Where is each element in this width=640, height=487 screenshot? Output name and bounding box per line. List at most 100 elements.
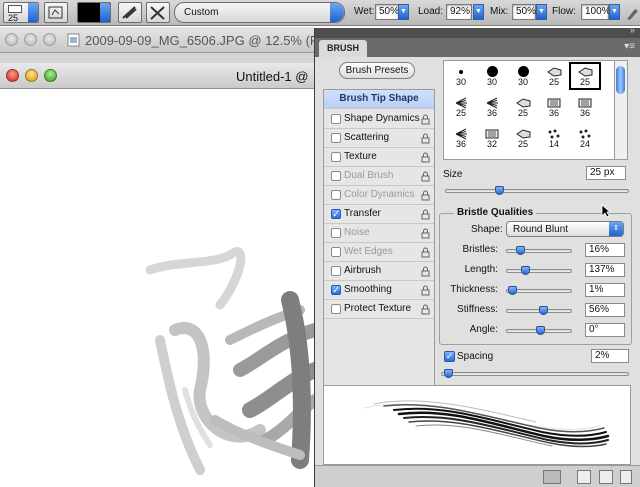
lock-icon[interactable] — [421, 285, 431, 296]
bristle-value-field[interactable]: 16% — [585, 243, 625, 257]
panel-menu-icon[interactable]: ▾≡ — [624, 41, 635, 52]
lock-icon[interactable] — [421, 247, 431, 258]
brush-tip-grid[interactable]: 30 30 30 25 25 25 36 25 36 36 36 32 25 14 24 — [443, 60, 615, 160]
brush-presets-button[interactable]: Brush Presets — [339, 62, 415, 79]
close-icon[interactable] — [5, 33, 18, 46]
brush-preset-cell[interactable]: 36 — [447, 126, 475, 150]
brush-preset-cell[interactable]: 25 — [569, 62, 601, 90]
brush-preset-cell[interactable]: 30 — [478, 64, 506, 88]
checkbox[interactable] — [331, 304, 341, 314]
spacing-slider-thumb[interactable] — [444, 369, 453, 378]
size-field[interactable]: 25 px — [586, 166, 626, 180]
brush-preset-cell[interactable]: 36 — [540, 95, 568, 119]
tab-brush[interactable]: BRUSH — [319, 40, 368, 57]
checkbox[interactable] — [331, 228, 341, 238]
grid-view-icon[interactable] — [577, 470, 591, 484]
bristle-value-field[interactable]: 1% — [585, 283, 625, 297]
lock-icon[interactable] — [421, 171, 431, 182]
checkbox[interactable]: ✓ — [331, 285, 341, 295]
document-title[interactable]: 2009-09-09_MG_6506.JPG @ 12.5% (R — [85, 33, 319, 48]
lock-icon[interactable] — [421, 114, 431, 125]
zoom-icon[interactable] — [43, 33, 56, 46]
mix-field[interactable]: 50% — [512, 4, 536, 20]
lock-icon[interactable] — [421, 209, 431, 220]
size-slider-thumb[interactable] — [495, 186, 504, 195]
size-slider[interactable] — [445, 186, 629, 195]
bristle-value-field[interactable]: 56% — [585, 303, 625, 317]
mix-dropdown[interactable]: ▼ — [536, 4, 547, 20]
bristle-slider[interactable] — [506, 246, 572, 255]
bristle-slider-thumb[interactable] — [521, 266, 530, 275]
lock-icon[interactable] — [421, 266, 431, 277]
list-item-color-dynamics[interactable]: Color Dynamics — [324, 186, 434, 205]
checkbox[interactable] — [331, 190, 341, 200]
brush-preset-cell[interactable]: 36 — [478, 95, 506, 119]
list-item-wet-edges[interactable]: Wet Edges — [324, 243, 434, 262]
list-item-transfer[interactable]: ✓ Transfer — [324, 205, 434, 224]
brush-preset-cell[interactable]: 25 — [509, 95, 537, 119]
brush-tip-shape-item[interactable]: Brush Tip Shape — [324, 90, 434, 109]
toggle-preview-icon[interactable] — [543, 470, 561, 484]
list-item-noise[interactable]: Noise — [324, 224, 434, 243]
lock-icon[interactable] — [421, 304, 431, 315]
spacing-checkbox[interactable]: ✓ — [444, 351, 455, 362]
list-item-airbrush[interactable]: Airbrush — [324, 262, 434, 281]
bristle-value-field[interactable]: 0° — [585, 323, 625, 337]
bristle-slider[interactable] — [506, 286, 572, 295]
close-icon[interactable] — [6, 69, 19, 82]
list-item-texture[interactable]: Texture — [324, 148, 434, 167]
brush-preset-cell[interactable]: 32 — [478, 126, 506, 150]
list-item-shape-dynamics[interactable]: Shape Dynamics — [324, 110, 434, 129]
bristle-slider-thumb[interactable] — [508, 286, 517, 295]
shape-dropdown[interactable]: Round Blunt ⇕ — [506, 221, 624, 237]
bristle-slider[interactable] — [506, 326, 572, 335]
wet-dropdown[interactable]: ▼ — [398, 4, 409, 20]
checkbox[interactable]: ✓ — [331, 209, 341, 219]
brush-preset-cell[interactable]: 30 — [509, 64, 537, 88]
brush-preset-cell[interactable]: 25 — [540, 64, 568, 88]
bristle-slider[interactable] — [506, 266, 572, 275]
wet-field[interactable]: 50% — [375, 4, 399, 20]
load-dropdown[interactable]: ▼ — [473, 4, 484, 20]
brush-preset-cell[interactable]: 25 — [509, 126, 537, 150]
checkbox[interactable] — [331, 171, 341, 181]
list-item-scattering[interactable]: Scattering — [324, 129, 434, 148]
list-item-smoothing[interactable]: ✓ Smoothing — [324, 281, 434, 300]
spacing-field[interactable]: 2% — [591, 349, 629, 363]
bristle-slider-thumb[interactable] — [536, 326, 545, 335]
flow-field[interactable]: 100% — [581, 4, 611, 20]
current-color-swatch[interactable] — [77, 2, 111, 23]
grid-scrollbar[interactable] — [615, 60, 628, 160]
new-brush-icon[interactable] — [599, 470, 613, 484]
minimize-icon[interactable] — [25, 69, 38, 82]
checkbox[interactable] — [331, 133, 341, 143]
panel-header[interactable]: » — [315, 25, 640, 38]
brush-panel-toggle[interactable] — [44, 2, 68, 23]
scroll-thumb[interactable] — [616, 66, 625, 94]
lock-icon[interactable] — [421, 133, 431, 144]
brush-preset-cell[interactable]: 24 — [571, 126, 599, 150]
collapse-icon[interactable]: » — [630, 25, 635, 35]
checkbox[interactable] — [331, 266, 341, 276]
lock-icon[interactable] — [421, 190, 431, 201]
brush-preset-cell[interactable]: 25 — [447, 95, 475, 119]
clean-brush-button[interactable] — [118, 2, 142, 23]
load-brush-button[interactable] — [146, 2, 170, 23]
checkbox[interactable] — [331, 114, 341, 124]
brush-picker[interactable]: 25 — [3, 2, 39, 23]
airbrush-icon[interactable] — [625, 5, 639, 21]
bristle-value-field[interactable]: 137% — [585, 263, 625, 277]
brush-preset-cell[interactable]: 14 — [540, 126, 568, 150]
preset-dropdown[interactable]: Custom — [174, 2, 345, 23]
delete-icon[interactable] — [620, 470, 632, 484]
brush-preset-cell[interactable]: 30 — [447, 64, 475, 88]
lock-icon[interactable] — [421, 152, 431, 163]
canvas[interactable] — [0, 90, 315, 487]
brush-preset-cell[interactable]: 36 — [571, 95, 599, 119]
bristle-slider[interactable] — [506, 306, 572, 315]
lock-icon[interactable] — [421, 228, 431, 239]
bristle-slider-thumb[interactable] — [539, 306, 548, 315]
checkbox[interactable] — [331, 247, 341, 257]
list-item-dual-brush[interactable]: Dual Brush — [324, 167, 434, 186]
bristle-slider-thumb[interactable] — [516, 246, 525, 255]
